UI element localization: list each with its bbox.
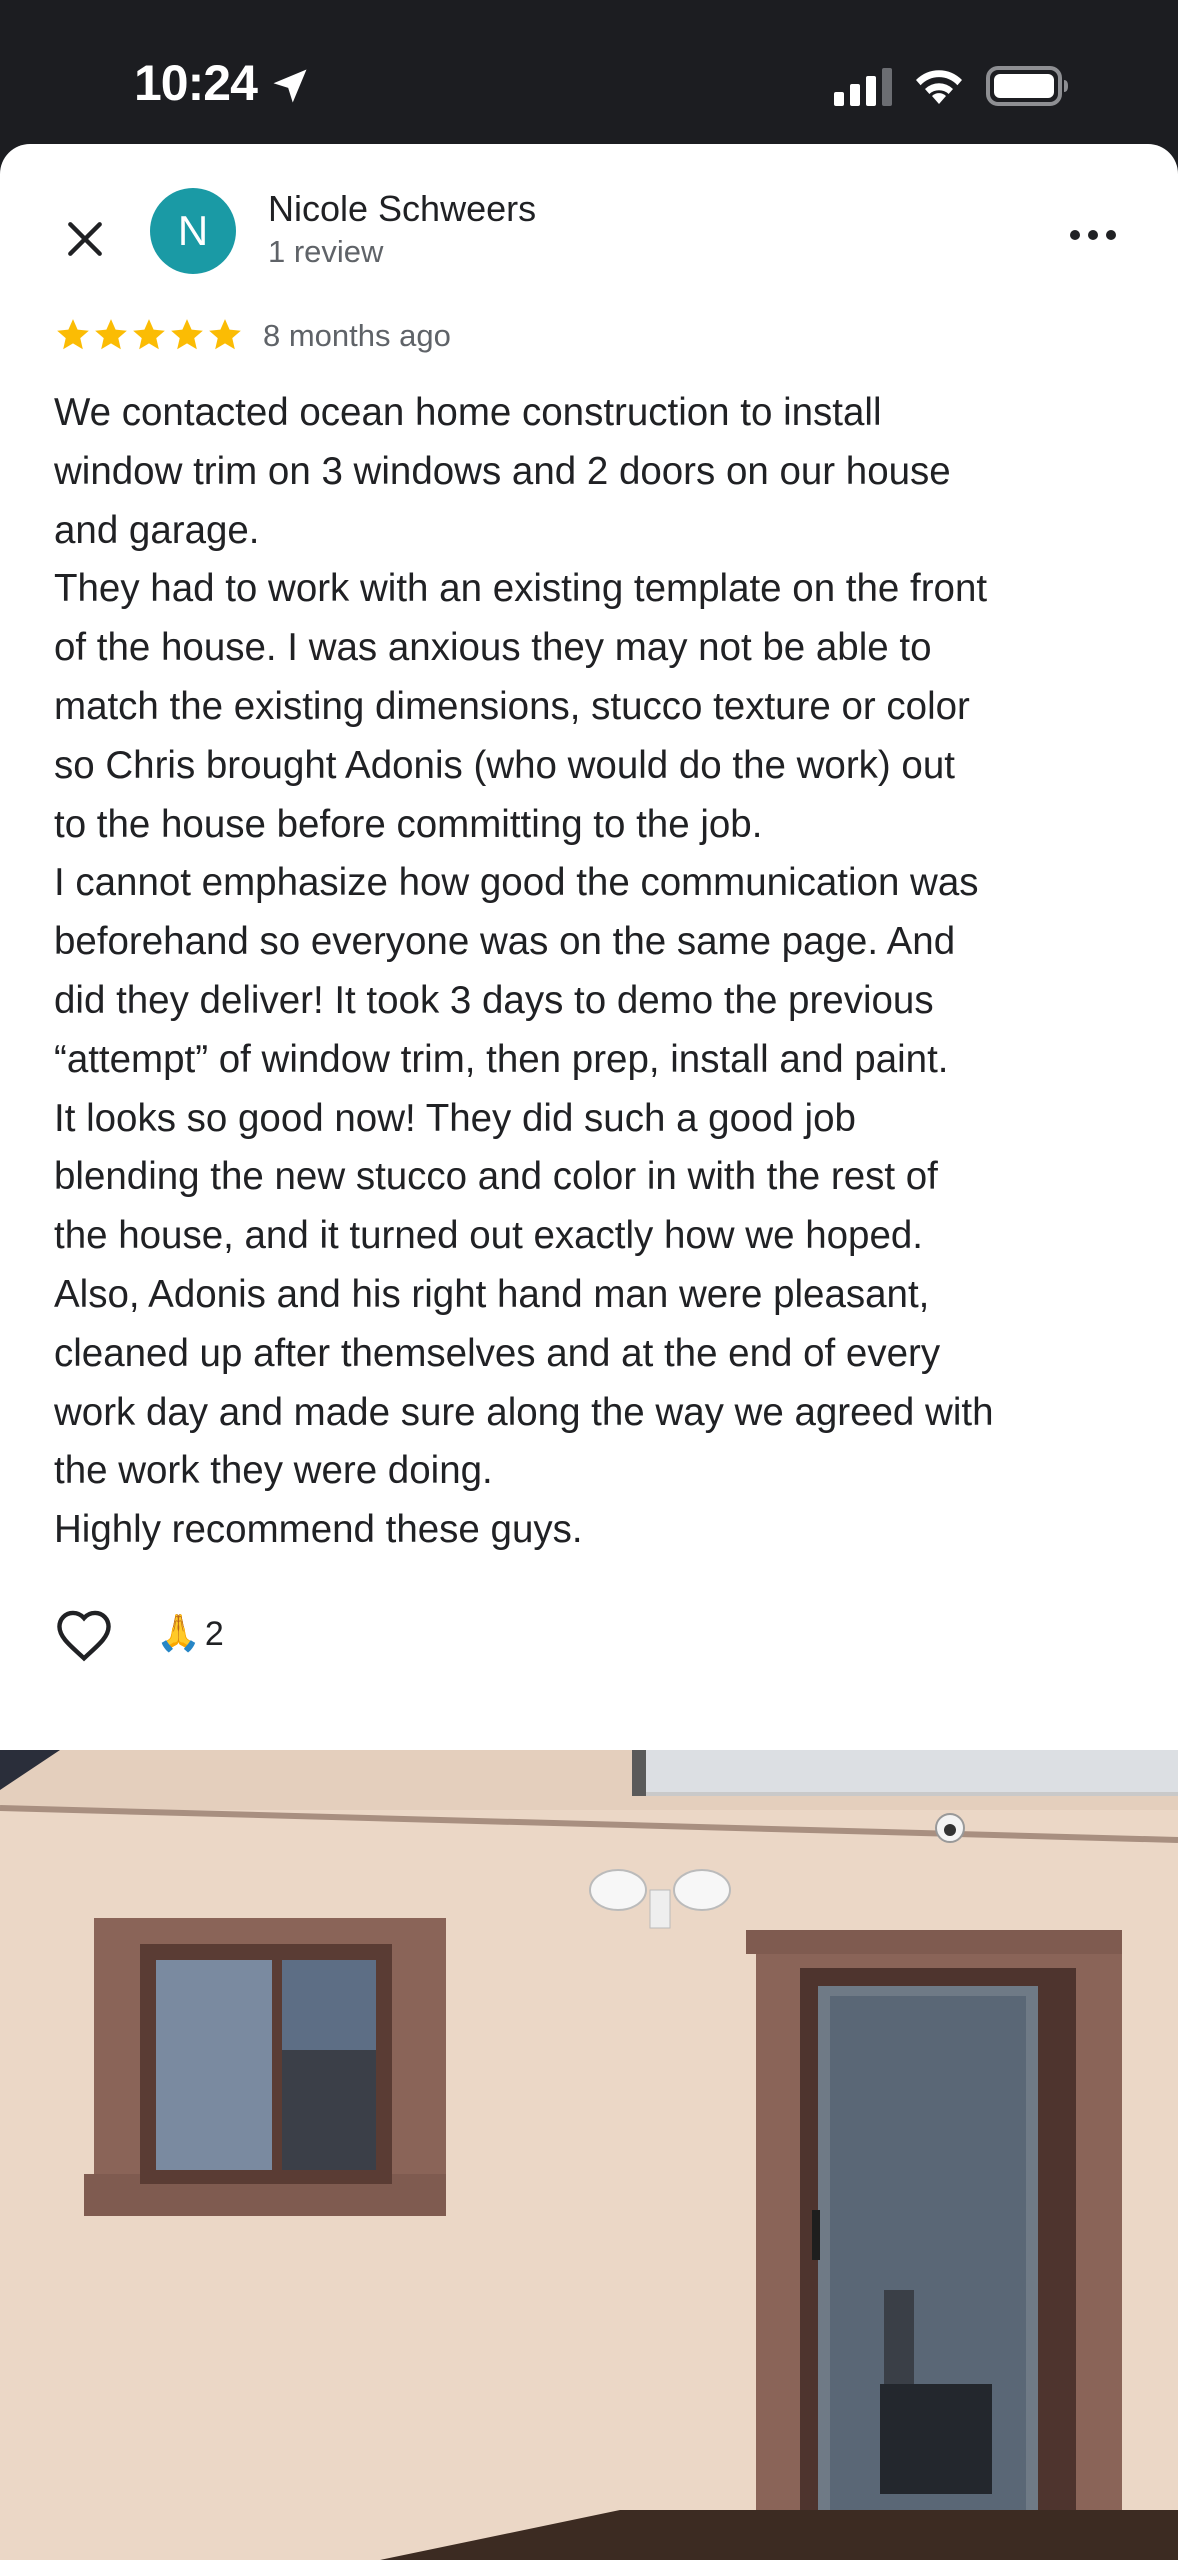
location-arrow-icon [273,69,307,103]
cellular-signal-icon [834,68,892,106]
star-icon [209,319,241,350]
status-time: 10:24 [134,55,258,111]
review-text: We contacted ocean home construction to … [54,391,994,1552]
reviewer-name[interactable]: Nicole Schweers [268,188,536,230]
battery-icon [986,66,1068,106]
avatar[interactable]: N [150,188,236,274]
heart-outline-icon [57,1610,111,1662]
review-photo-image [0,1750,1178,2560]
praying-hands-icon: 🙏 [156,1613,201,1654]
more-options-button[interactable] [1060,210,1126,260]
like-button[interactable] [54,1608,116,1664]
reaction-chip[interactable]: 🙏 2 [156,1614,224,1654]
close-icon [68,222,102,256]
star-icon [95,319,127,350]
star-icon [133,319,165,350]
review-count: 1 review [268,234,384,269]
reaction-count: 2 [204,1614,224,1653]
wifi-icon [916,70,962,104]
star-icon [171,319,203,350]
more-horizontal-icon [1070,230,1116,240]
review-sheet: N Nicole Schweers 1 review 8 months ago … [0,144,1178,2560]
review-photo[interactable] [0,1750,1178,2560]
status-bar: 10:24 [0,0,1178,146]
star-icon [57,319,89,350]
star-rating [54,316,244,356]
close-button[interactable] [52,206,118,272]
review-time: 8 months ago [263,318,451,353]
avatar-initial: N [177,207,209,254]
